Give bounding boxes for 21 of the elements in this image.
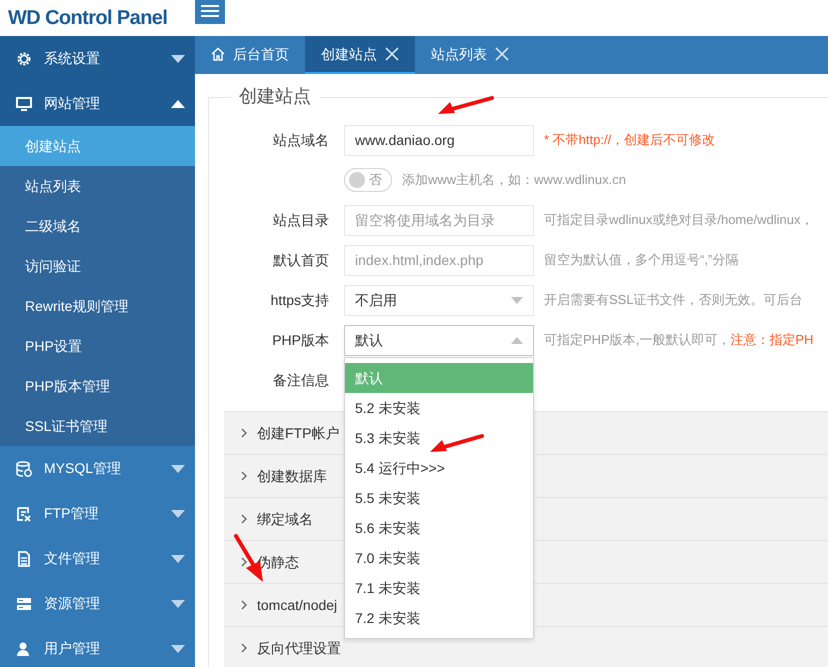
hint-text: 可指定目录wdlinux或绝对目录/home/wdlinux， — [544, 211, 814, 230]
sidebar-group-label: 网站管理 — [44, 94, 101, 113]
sidebar-group-label: 系统设置 — [44, 49, 101, 68]
hint-text: 可指定PHP版本,一般默认即可， — [544, 331, 730, 350]
hint-text: 留空为默认值，多个用逗号“,”分隔 — [544, 251, 738, 270]
field-label: 站点目录 — [272, 210, 330, 230]
logo-text: WD Control Panel — [8, 6, 168, 30]
field-label: PHP版本 — [271, 330, 330, 350]
sidebar-group-label: 文件管理 — [44, 549, 101, 568]
field-label: 站点域名 — [272, 130, 330, 150]
hint-text: 开启需要有SSL证书文件，否则无效。可后台 — [544, 291, 803, 310]
field-label: https支持 — [270, 290, 330, 310]
hint-text: * 不带http://，创建后不可修改 — [544, 131, 716, 150]
field-label: 备注信息 — [272, 370, 330, 390]
sidebar-group-label: MYSQL管理 — [44, 459, 122, 478]
warning-text: 注意：指定PH — [730, 331, 814, 350]
sidebar-group-label: FTP管理 — [44, 504, 100, 523]
field-label: 默认首页 — [272, 250, 330, 270]
sidebar-group-label: 用户管理 — [44, 639, 101, 658]
hint-text: 添加www主机名，如：www.wdlinux.cn — [402, 171, 626, 190]
sidebar-group-label: 资源管理 — [44, 594, 101, 613]
